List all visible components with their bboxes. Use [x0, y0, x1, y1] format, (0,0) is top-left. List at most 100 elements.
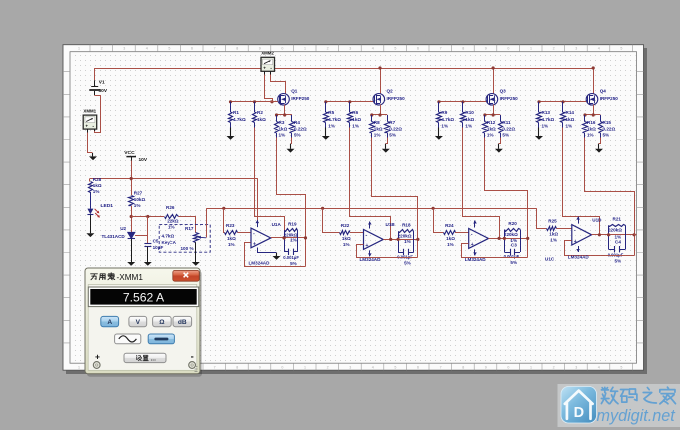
svg-text:6: 6 [191, 46, 193, 50]
svg-text:30V: 30V [99, 88, 108, 94]
svg-text:7.562 A: 7.562 A [123, 291, 165, 305]
svg-text:+: + [263, 66, 266, 71]
svg-text:1kΩ: 1kΩ [93, 183, 102, 188]
svg-text:R25: R25 [548, 219, 557, 224]
svg-text:-: - [253, 231, 255, 237]
svg-text:1%: 1% [343, 242, 350, 247]
svg-text:U1C: U1C [545, 257, 555, 262]
svg-text:1%: 1% [328, 124, 335, 129]
svg-text:6: 6 [417, 366, 419, 370]
svg-text:IRFP250: IRFP250 [291, 96, 310, 101]
svg-text:LM324AD: LM324AD [568, 255, 590, 260]
svg-text:5: 5 [394, 46, 396, 50]
svg-text:1%: 1% [542, 124, 549, 129]
svg-text:4.7kΩ: 4.7kΩ [441, 117, 454, 122]
svg-text:0.001μF: 0.001μF [283, 255, 299, 260]
svg-text:0: 0 [507, 366, 509, 370]
svg-text:IRFP250: IRFP250 [600, 96, 619, 101]
svg-text:4.7kΩ: 4.7kΩ [542, 117, 555, 122]
svg-text:22kΩ: 22kΩ [167, 219, 179, 224]
svg-text:1%: 1% [374, 132, 381, 137]
svg-text:8: 8 [236, 366, 238, 370]
svg-text:0: 0 [507, 46, 509, 50]
svg-text:0.22Ω: 0.22Ω [603, 127, 616, 132]
svg-text:A: A [107, 319, 112, 326]
svg-text:V1: V1 [99, 80, 105, 86]
svg-text:5: 5 [620, 366, 622, 370]
svg-text:1kΩ: 1kΩ [352, 117, 361, 122]
svg-text:2: 2 [327, 366, 329, 370]
svg-text:7: 7 [440, 366, 442, 370]
svg-text:R26: R26 [166, 205, 175, 210]
svg-text:R5: R5 [328, 110, 334, 115]
svg-text:5%: 5% [389, 132, 396, 137]
svg-text:U1B: U1B [386, 222, 396, 227]
svg-text:U2: U2 [120, 226, 126, 231]
svg-text:Ω: Ω [159, 319, 165, 326]
svg-text:1%: 1% [290, 237, 297, 242]
svg-text:+: + [253, 242, 256, 248]
svg-text:3: 3 [349, 366, 351, 370]
svg-text:1%: 1% [134, 203, 141, 208]
svg-text:+: + [85, 123, 88, 128]
svg-text:7: 7 [214, 366, 216, 370]
svg-text:5%: 5% [510, 260, 517, 265]
svg-text:0.001μF: 0.001μF [504, 254, 520, 259]
svg-text:1%: 1% [441, 124, 448, 129]
svg-text:1%: 1% [93, 189, 100, 194]
svg-text:4.7kΩ: 4.7kΩ [162, 234, 175, 239]
svg-text:3: 3 [123, 46, 125, 50]
svg-text:V: V [136, 319, 141, 326]
svg-text:IRFP250: IRFP250 [387, 96, 406, 101]
svg-text:-: - [191, 352, 194, 363]
svg-text:5: 5 [620, 46, 622, 50]
svg-text:R1: R1 [233, 110, 239, 115]
svg-text:10kΩ: 10kΩ [134, 197, 146, 202]
svg-text:R22: R22 [341, 223, 350, 228]
svg-text:3: 3 [575, 46, 577, 50]
svg-text:4: 4 [146, 46, 148, 50]
svg-text:7: 7 [214, 46, 216, 50]
svg-text:R16: R16 [587, 120, 596, 125]
svg-text:U1D: U1D [592, 218, 602, 223]
svg-text:220kΩ: 220kΩ [398, 233, 412, 238]
svg-text:R24: R24 [445, 223, 454, 228]
svg-text:R18: R18 [402, 222, 411, 227]
svg-text:1%: 1% [404, 239, 411, 244]
svg-text:R9: R9 [441, 110, 447, 115]
svg-text:Q1: Q1 [291, 89, 298, 94]
svg-text:dB: dB [178, 319, 187, 326]
svg-text:5%: 5% [294, 132, 301, 137]
svg-text:Key=A: Key=A [162, 240, 177, 245]
svg-text:R23: R23 [226, 223, 235, 228]
svg-text:0: 0 [281, 46, 283, 50]
svg-text:5%: 5% [290, 261, 297, 266]
svg-text:7: 7 [440, 46, 442, 50]
svg-text:R11: R11 [502, 120, 511, 125]
svg-text:5%: 5% [404, 261, 411, 266]
svg-text:1kΩ: 1kΩ [342, 236, 351, 241]
svg-text:...: ... [151, 356, 157, 363]
svg-text:R14: R14 [566, 110, 575, 115]
svg-text:VCC: VCC [124, 150, 135, 156]
svg-text:R20: R20 [508, 221, 517, 226]
svg-text:R7: R7 [389, 120, 395, 125]
svg-text:R10: R10 [465, 110, 474, 115]
svg-text:10V: 10V [139, 157, 148, 163]
svg-text:C4: C4 [615, 240, 621, 245]
svg-text:1%: 1% [587, 132, 594, 137]
svg-text:LM324AD: LM324AD [360, 257, 382, 262]
svg-text:1%: 1% [550, 238, 557, 243]
svg-text:2: 2 [553, 366, 555, 370]
svg-text:-: - [574, 228, 576, 234]
svg-text:1: 1 [78, 366, 80, 370]
svg-text:5%: 5% [502, 132, 509, 137]
svg-text:+: + [471, 242, 474, 248]
svg-text:R21: R21 [613, 217, 622, 222]
svg-text:1kΩ: 1kΩ [465, 117, 474, 122]
svg-text:8: 8 [462, 46, 464, 50]
svg-text:+: + [366, 243, 369, 249]
svg-text:220kΩ: 220kΩ [608, 228, 622, 233]
svg-text:C3: C3 [511, 243, 517, 248]
svg-text:4.7kΩ: 4.7kΩ [328, 117, 341, 122]
